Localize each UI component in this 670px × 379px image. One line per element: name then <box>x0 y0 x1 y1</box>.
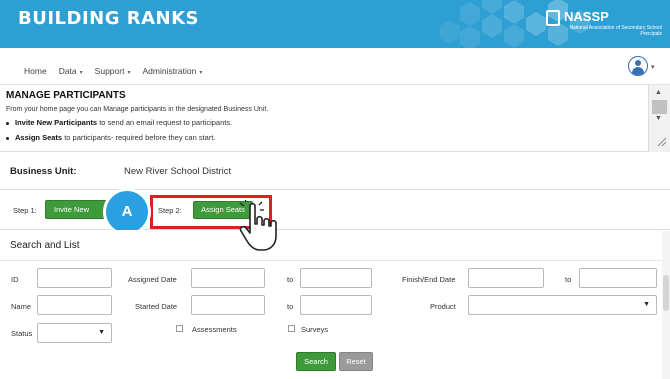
nav-menu: Home Data ▾ Support ▾ Administration ▾ <box>24 66 202 76</box>
assessments-checkbox[interactable] <box>176 325 183 332</box>
scroll-up-icon[interactable]: ▲ <box>655 89 662 96</box>
started-date-to-input[interactable] <box>300 295 372 315</box>
instruction-list: Invite New Participants to send an email… <box>6 118 232 148</box>
started-date-label: Started Date <box>135 302 178 311</box>
assigned-date-to-input[interactable] <box>300 268 372 288</box>
finish-end-date-label: Finish/End Date <box>402 275 456 284</box>
nav-item-data[interactable]: Data ▾ <box>59 66 83 76</box>
user-icon[interactable] <box>628 56 648 76</box>
dropdown-arrow-icon: ▼ <box>643 301 650 308</box>
assessments-label: Assessments <box>192 325 237 334</box>
search-button[interactable]: Search <box>296 352 336 371</box>
status-select[interactable]: ▼ <box>37 323 112 343</box>
status-label: Status <box>11 329 33 338</box>
nassp-logo: NASSP National Association of Secondary … <box>546 9 662 43</box>
business-unit-row: Business Unit: New River School District <box>0 152 670 190</box>
dropdown-arrow-icon: ▼ <box>98 329 105 336</box>
finish-date-from-input[interactable] <box>468 268 544 288</box>
top-nav: Home Data ▾ Support ▾ Administration ▾ ▾ <box>0 48 670 85</box>
to-label: to <box>287 302 294 311</box>
logo-mark-icon <box>546 10 560 26</box>
reset-button[interactable]: Reset <box>339 352 373 371</box>
chevron-down-icon[interactable]: ▾ <box>651 63 655 71</box>
app-header: BUILDING RANKS NASSP National Associatio… <box>0 0 670 48</box>
started-date-from-input[interactable] <box>191 295 265 315</box>
panel-intro: From your home page you can Manage parti… <box>6 106 269 113</box>
app-title: BUILDING RANKS <box>18 8 200 29</box>
page-scrollbar[interactable] <box>662 231 670 379</box>
chevron-down-icon: ▾ <box>127 70 131 76</box>
nav-item-administration[interactable]: Administration ▾ <box>142 66 202 76</box>
list-item: Invite New Participants to send an email… <box>6 118 232 133</box>
resize-grip-icon[interactable] <box>657 137 667 147</box>
to-label: to <box>287 275 294 284</box>
panel-scrollbar[interactable]: ▲ ▼ <box>648 85 670 152</box>
finish-date-to-input[interactable] <box>579 268 657 288</box>
business-unit-label: Business Unit: <box>10 166 77 177</box>
product-select[interactable]: ▼ <box>468 295 657 315</box>
search-panel: Search and List ID Assigned Date to Fini… <box>0 230 670 379</box>
id-input[interactable] <box>37 268 112 288</box>
business-unit-value: New River School District <box>124 166 232 177</box>
name-input[interactable] <box>37 295 112 315</box>
search-title: Search and List <box>10 240 80 251</box>
product-label: Product <box>430 302 456 311</box>
scroll-thumb[interactable] <box>663 275 669 311</box>
chevron-down-icon: ▾ <box>199 70 203 76</box>
nav-item-home[interactable]: Home <box>24 66 47 76</box>
nav-item-support[interactable]: Support ▾ <box>95 66 131 76</box>
steps-row: Step 1: Invite New Participants Step 2: … <box>0 190 670 230</box>
scroll-thumb[interactable] <box>652 100 667 114</box>
name-label: Name <box>11 302 32 311</box>
surveys-checkbox[interactable] <box>288 325 295 332</box>
chevron-down-icon: ▾ <box>79 70 83 76</box>
id-label: ID <box>11 275 19 284</box>
to-label: to <box>565 275 572 284</box>
surveys-label: Surveys <box>301 325 329 334</box>
assigned-date-from-input[interactable] <box>191 268 265 288</box>
step1-label: Step 1: <box>13 206 37 215</box>
manage-participants-panel: MANAGE PARTICIPANTS From your home page … <box>0 85 670 152</box>
callout-badge: A <box>103 188 151 236</box>
list-item: Assign Seats to participants- required b… <box>6 133 232 148</box>
pointer-hand-icon <box>239 200 277 251</box>
scroll-down-icon[interactable]: ▼ <box>655 115 662 122</box>
assigned-date-label: Assigned Date <box>128 275 177 284</box>
panel-title: MANAGE PARTICIPANTS <box>6 90 126 101</box>
